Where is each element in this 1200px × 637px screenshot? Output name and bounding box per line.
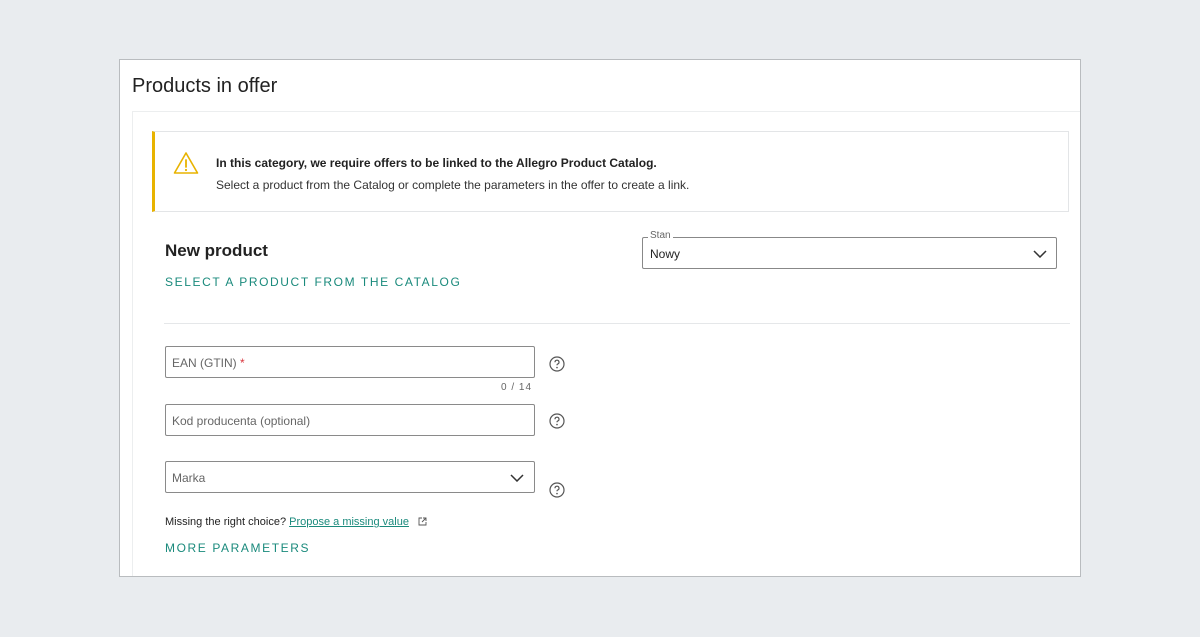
- missing-choice-prefix: Missing the right choice?: [165, 516, 287, 528]
- notice-text: Select a product from the Catalog or com…: [216, 178, 690, 192]
- help-icon[interactable]: [549, 482, 565, 498]
- notice-title: In this category, we require offers to b…: [216, 156, 657, 170]
- propose-missing-value-link[interactable]: Propose a missing value: [289, 516, 409, 528]
- select-from-catalog-link[interactable]: SELECT A PRODUCT FROM THE CATALOG: [165, 275, 461, 289]
- producer-code-field[interactable]: Kod producenta (optional): [165, 404, 535, 436]
- content-left-border: [132, 111, 133, 576]
- ean-field[interactable]: EAN (GTIN) *: [165, 346, 535, 378]
- ean-placeholder: EAN (GTIN) *: [172, 356, 245, 370]
- warning-icon: [173, 152, 199, 174]
- brand-placeholder: Marka: [172, 471, 206, 485]
- brand-select[interactable]: Marka: [165, 461, 535, 493]
- ean-char-counter: 0 / 14: [501, 382, 533, 393]
- stan-value: Nowy: [650, 247, 681, 261]
- external-link-icon: [418, 517, 427, 526]
- help-icon[interactable]: [549, 413, 565, 429]
- chevron-down-icon: [510, 474, 524, 482]
- more-parameters-button[interactable]: MORE PARAMETERS: [165, 541, 310, 555]
- producer-code-placeholder: Kod producenta (optional): [172, 414, 311, 428]
- title-divider: [132, 111, 1080, 112]
- chevron-down-icon: [1033, 250, 1047, 258]
- required-mark: *: [240, 356, 245, 370]
- help-icon[interactable]: [549, 356, 565, 372]
- stan-label: Stan: [648, 230, 673, 241]
- catalog-requirement-notice: In this category, we require offers to b…: [152, 131, 1069, 212]
- stan-select[interactable]: Stan Nowy: [642, 230, 1057, 269]
- new-product-heading: New product: [165, 241, 268, 260]
- page-title: Products in offer: [132, 75, 278, 97]
- missing-choice-text: Missing the right choice? Propose a miss…: [165, 516, 427, 528]
- section-divider: [164, 323, 1070, 324]
- products-in-offer-panel: Products in offer In this category, we r…: [119, 59, 1081, 577]
